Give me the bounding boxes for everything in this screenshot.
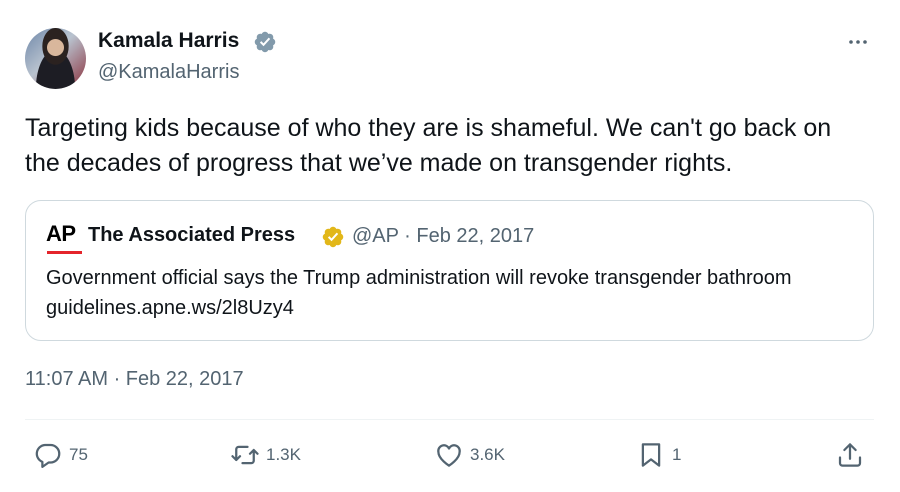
- share-button[interactable]: [835, 440, 865, 470]
- tweet: Kamala Harris @KamalaHarris Targeting ki…: [0, 0, 900, 492]
- divider: [25, 419, 874, 420]
- reply-icon: [35, 443, 61, 468]
- more-dots-icon[interactable]: [846, 30, 870, 54]
- bookmark-icon: [641, 443, 661, 467]
- quoted-text: Government official says the Trump admin…: [46, 267, 792, 319]
- verified-badge-icon: [254, 31, 276, 53]
- avatar[interactable]: [25, 28, 86, 89]
- ap-logo-underline: [47, 251, 82, 254]
- repost-button[interactable]: 1.3K: [230, 440, 301, 470]
- heart-icon: [437, 444, 461, 467]
- quoted-author-name[interactable]: The Associated Press: [88, 224, 295, 247]
- reply-button[interactable]: 75: [33, 440, 88, 470]
- bookmark-button[interactable]: 1: [636, 440, 681, 470]
- like-button[interactable]: 3.6K: [434, 440, 505, 470]
- like-count: 3.6K: [470, 445, 505, 464]
- quoted-tweet[interactable]: AP The Associated Press @AP · Feb 22, 20…: [25, 200, 874, 341]
- timestamp[interactable]: 11:07 AM · Feb 22, 2017: [25, 368, 244, 391]
- verified-gold-badge-icon: [322, 226, 344, 248]
- author-handle[interactable]: @KamalaHarris: [98, 61, 239, 84]
- share-icon: [838, 443, 862, 467]
- quoted-meta: @AP · Feb 22, 2017: [352, 225, 535, 247]
- reply-count: 75: [69, 445, 88, 464]
- ap-logo: AP: [46, 221, 76, 246]
- repost-count: 1.3K: [266, 445, 301, 464]
- repost-icon: [231, 445, 259, 465]
- tweet-text: Targeting kids because of who they are i…: [25, 114, 832, 177]
- author-name[interactable]: Kamala Harris: [98, 29, 239, 53]
- bookmark-count: 1: [672, 445, 682, 464]
